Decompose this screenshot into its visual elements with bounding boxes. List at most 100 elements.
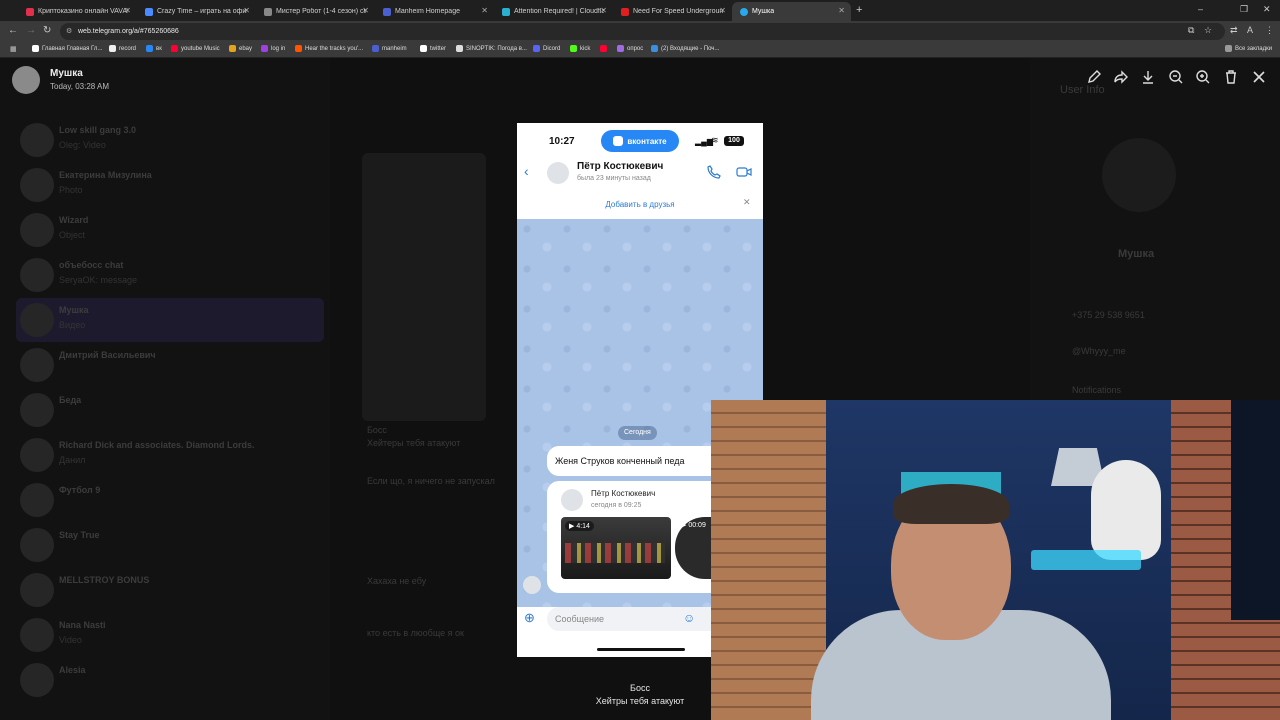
chat-preview: SeryaOK: message <box>59 275 138 285</box>
close-window-icon[interactable]: ✕ <box>1263 4 1271 15</box>
media-caption: Босс Хейтры тебя атакуют <box>520 682 760 708</box>
close-viewer-icon[interactable] <box>1251 69 1269 87</box>
chat-list-item[interactable]: MELLSTROY BONUS <box>16 568 324 612</box>
sender-avatar[interactable] <box>12 66 40 94</box>
youtube-icon <box>600 45 607 52</box>
chat-list-item[interactable]: объебосс chat SeryaOK: message <box>16 253 324 297</box>
bookmark-item[interactable]: youtube Music <box>171 45 220 52</box>
close-tab-icon[interactable]: ✕ <box>481 6 488 15</box>
chat-preview: Object <box>59 230 86 240</box>
video-message-thumbnail[interactable] <box>362 153 486 421</box>
restore-window-icon[interactable]: ❐ <box>1240 4 1248 15</box>
forward-name: Пётр Костюкевич <box>591 489 656 498</box>
chat-ghost-text: кто есть в люобще я ок <box>367 628 464 638</box>
bookmark-item[interactable] <box>600 45 610 52</box>
avatar <box>20 123 54 157</box>
last-seen: была 23 минуты назад <box>577 175 651 182</box>
chat-list-item[interactable]: Low skill gang 3.0 Oleg: Video <box>16 118 324 162</box>
address-bar[interactable]: ⚙ web.telegram.org/a/#765260686 <box>60 23 1225 40</box>
back-arrow-icon[interactable]: ← <box>8 25 18 36</box>
bookmark-item[interactable]: SINOPTIK: Погода в... <box>456 45 527 52</box>
tab-title: Need For Speed Underground 2 ... <box>633 8 723 15</box>
close-tab-icon[interactable]: ✕ <box>124 6 131 15</box>
bookmark-item[interactable]: (2) Входящие - Поч... <box>651 45 719 52</box>
zoom-in-icon[interactable] <box>1195 69 1213 87</box>
vk-logo-icon <box>613 136 624 146</box>
webcam-person-hair <box>893 484 1009 524</box>
date-separator: Сегодня <box>618 426 657 440</box>
sender-name[interactable]: Мушка <box>50 68 83 79</box>
avatar <box>20 663 54 697</box>
chat-list-item[interactable]: Беда <box>16 388 324 432</box>
avatar <box>20 393 54 427</box>
bookmark-item[interactable]: Dicord <box>533 45 560 52</box>
browser-tab[interactable]: Need For Speed Underground 2 ... ✕ <box>613 2 732 21</box>
browser-tab[interactable]: Crazy Time – играть на официа... ✕ <box>137 2 256 21</box>
site-info-icon[interactable]: ⚙ <box>66 23 72 40</box>
browser-tab[interactable]: Криптоказино онлайн VAVADA ✕ <box>18 2 137 21</box>
minimize-window-icon[interactable]: – <box>1198 4 1203 14</box>
manheim-icon <box>372 45 379 52</box>
chat-preview: Video <box>59 635 82 645</box>
bookmarks-bar: ▦ Главная Главная Гл... record вк youtub… <box>0 42 1280 58</box>
download-icon[interactable] <box>1140 69 1158 87</box>
reload-icon[interactable]: ↻ <box>43 25 51 36</box>
forward-arrow-icon[interactable]: → <box>26 25 36 36</box>
chat-name: Дмитрий Васильевич <box>59 350 156 360</box>
x-logo-icon <box>420 45 427 52</box>
chat-list-item[interactable]: Alesia <box>16 658 324 702</box>
delete-icon[interactable] <box>1223 69 1241 87</box>
new-tab-button[interactable]: + <box>856 4 862 16</box>
bookmark-item[interactable]: Главная Главная Гл... <box>32 45 102 52</box>
bookmark-star-icon[interactable]: ☆ <box>1204 25 1212 36</box>
close-tab-icon[interactable]: ✕ <box>243 6 250 15</box>
small-avatar <box>523 576 541 594</box>
chat-name: объебосс chat <box>59 260 124 270</box>
bookmark-item[interactable]: kick <box>570 45 590 52</box>
chat-list-item[interactable]: Nana Nasti Video <box>16 613 324 657</box>
bookmark-item[interactable]: опрос <box>617 45 643 52</box>
all-bookmarks-item[interactable]: Все закладки <box>1225 45 1272 52</box>
bookmark-item[interactable]: twitter <box>420 45 446 52</box>
chat-ghost-text: Хахаха не ебу <box>367 576 427 586</box>
close-tab-icon[interactable]: ✕ <box>719 6 726 15</box>
bookmark-item[interactable]: manheim <box>372 45 407 52</box>
chat-list-item[interactable]: Stay True <box>16 523 324 567</box>
chat-list-item[interactable]: Футбол 9 <box>16 478 324 522</box>
browser-tab[interactable]: Manheim Homepage ✕ <box>375 2 494 21</box>
chat-list-item[interactable]: Wizard Object <box>16 208 324 252</box>
install-app-icon[interactable]: ⧉ <box>1188 25 1194 36</box>
bookmark-item[interactable]: Hear the tracks you'... <box>295 45 363 52</box>
bookmark-item[interactable]: log in <box>261 45 285 52</box>
apps-grid-icon[interactable]: ▦ <box>10 45 17 53</box>
info-phone: +375 29 538 9651 <box>1072 310 1145 320</box>
browser-tab[interactable]: Мистер Робот (1-4 сезон) смо... ✕ <box>256 2 375 21</box>
chat-list-item[interactable]: Дмитрий Васильевич <box>16 343 324 387</box>
phone-call-icon <box>707 165 721 179</box>
browser-tab-active[interactable]: Мушка ✕ <box>732 2 851 21</box>
chat-preview: Oleg: Video <box>59 140 106 150</box>
edit-icon[interactable] <box>1086 69 1104 87</box>
battery-icon: 100 <box>724 136 744 146</box>
forward-avatar <box>561 489 583 511</box>
tab-title: Мушка <box>752 8 775 15</box>
profile-icon[interactable]: A <box>1247 25 1253 35</box>
webcam-window <box>1231 400 1280 620</box>
close-tab-icon[interactable]: ✕ <box>362 6 369 15</box>
info-name: Мушка <box>1118 248 1155 260</box>
extensions-icon[interactable]: ⇄ <box>1230 25 1238 36</box>
chat-name: Stay True <box>59 530 100 540</box>
close-tab-icon[interactable]: ✕ <box>838 6 845 15</box>
zoom-out-icon[interactable] <box>1168 69 1186 87</box>
chat-list-item[interactable]: Екатерина Мизулина Photo <box>16 163 324 207</box>
chat-list-item[interactable]: Richard Dick and associates. Diamond Lor… <box>16 433 324 477</box>
forward-icon[interactable] <box>1113 69 1131 87</box>
menu-dots-icon[interactable]: ⋮ <box>1265 25 1274 36</box>
close-tab-icon[interactable]: ✕ <box>600 6 607 15</box>
bookmark-item[interactable]: ebay <box>229 45 252 52</box>
bookmark-item[interactable]: record <box>109 45 136 52</box>
chat-list-item[interactable]: Мушка Видео <box>16 298 324 342</box>
bookmark-item[interactable]: вк <box>146 45 162 52</box>
browser-tab[interactable]: Attention Required! | Cloudflare ✕ <box>494 2 613 21</box>
forward-time: сегодня в 09:25 <box>591 502 642 509</box>
